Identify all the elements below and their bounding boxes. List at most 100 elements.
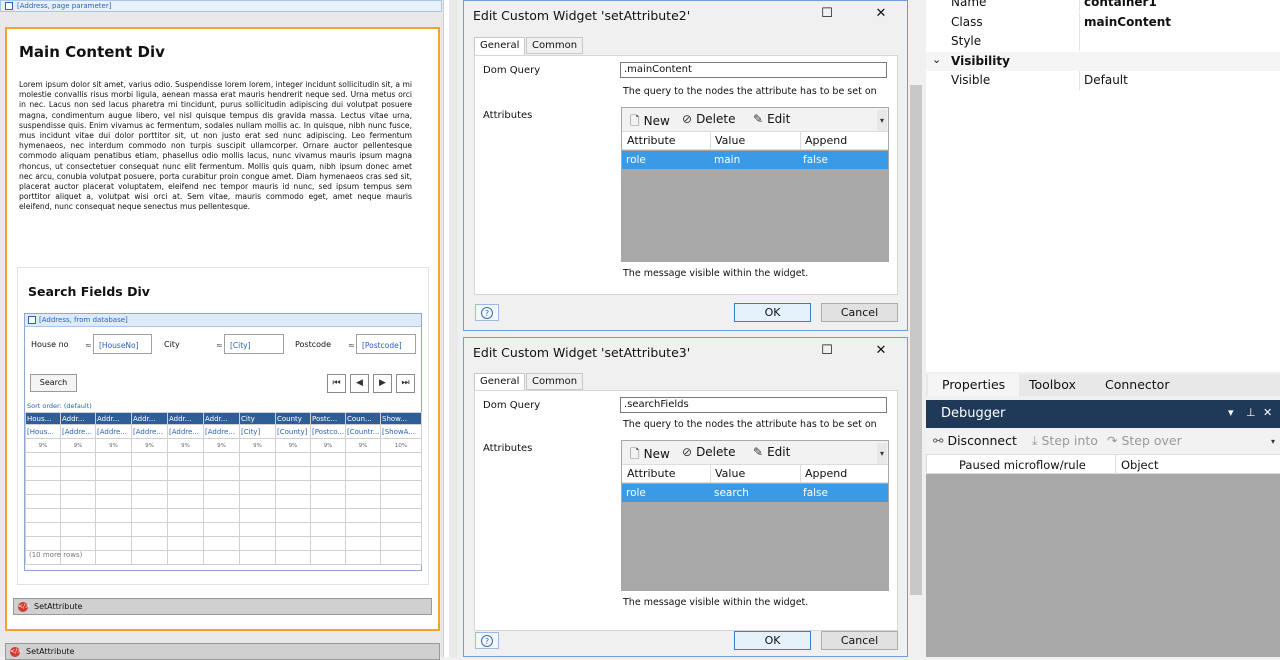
- grid-bound-cell: [Postco...: [310, 424, 346, 439]
- column-paused[interactable]: Paused microflow/rule: [959, 458, 1086, 472]
- tab-connector[interactable]: Connector: [1091, 374, 1183, 396]
- delete-button[interactable]: ⊘ Delete: [682, 112, 736, 126]
- cancel-button[interactable]: Cancel: [821, 303, 898, 322]
- grid-cell: [131, 466, 168, 481]
- chevron-down-icon[interactable]: ▾: [1228, 406, 1234, 419]
- property-row-class[interactable]: Class mainContent: [926, 13, 1280, 32]
- grid-column-header[interactable]: Hous...: [25, 412, 61, 425]
- address-grid[interactable]: Hous... Addr... Addr... Addr... Addr... Addr.…: [25, 412, 422, 565]
- grid-cell: [95, 508, 132, 523]
- grid-column-header[interactable]: Addr...: [131, 412, 168, 425]
- postcode-input[interactable]: [Postcode]: [356, 334, 416, 354]
- grid-column-header[interactable]: Addr...: [95, 412, 132, 425]
- property-key: Style: [951, 34, 982, 48]
- dom-query-input[interactable]: .mainContent: [620, 62, 887, 78]
- property-row-name[interactable]: Name container1: [926, 0, 1280, 12]
- ok-button[interactable]: OK: [734, 303, 811, 322]
- tab-general[interactable]: General: [474, 373, 526, 391]
- column-object[interactable]: Object: [1121, 458, 1158, 472]
- property-row-visible[interactable]: Visible Default: [926, 71, 1280, 90]
- house-no-input[interactable]: [HouseNo]: [93, 334, 152, 354]
- grid-cell: [310, 480, 346, 495]
- step-into-button[interactable]: ⤓ Step into: [1032, 433, 1098, 449]
- table-row: [25, 480, 422, 495]
- tab-common[interactable]: Common: [526, 37, 584, 54]
- grid-column-header[interactable]: Postc...: [310, 412, 346, 425]
- first-page-icon[interactable]: ⏮: [327, 374, 346, 393]
- data-view-header[interactable]: [Address, from database]: [25, 314, 421, 327]
- tab-toolbox[interactable]: Toolbox: [1015, 374, 1090, 396]
- grid-column-header[interactable]: Show...: [380, 412, 422, 425]
- property-value: Default: [1084, 73, 1128, 87]
- new-button[interactable]: 🗋 New: [630, 445, 670, 466]
- scrollbar-thumb[interactable]: [910, 85, 922, 595]
- attribute-row[interactable]: role main false: [622, 151, 888, 169]
- grid-column-header[interactable]: Addr...: [203, 412, 240, 425]
- new-button[interactable]: 🗋 New: [630, 112, 670, 133]
- properties-empty-area: [926, 92, 1280, 372]
- set-attribute-widget[interactable]: </> SetAttribute: [5, 643, 440, 660]
- grid-column-header[interactable]: City: [239, 412, 276, 425]
- new-icon: 🗋: [630, 447, 640, 461]
- grid-cell: [60, 480, 96, 495]
- grid-cell: [380, 508, 422, 523]
- column-value[interactable]: Value: [715, 467, 745, 480]
- attributes-label: Attributes: [483, 110, 533, 121]
- next-page-icon[interactable]: ▶: [373, 374, 392, 393]
- column-append[interactable]: Append: [805, 134, 847, 147]
- dom-query-input[interactable]: .searchFields: [620, 397, 887, 413]
- help-button[interactable]: ?: [475, 304, 499, 321]
- disconnect-button[interactable]: ⚯ Disconnect: [933, 433, 1017, 448]
- help-button[interactable]: ?: [475, 632, 499, 649]
- tab-general[interactable]: General: [474, 37, 526, 55]
- data-view-header[interactable]: [Address, page parameter]: [0, 0, 442, 12]
- cancel-button[interactable]: Cancel: [821, 631, 898, 650]
- pin-icon[interactable]: ⊥: [1246, 406, 1256, 419]
- property-group-visibility[interactable]: ⌄ Visibility: [926, 52, 1280, 71]
- search-fields-div[interactable]: Search Fields Div [Address, from databas…: [17, 267, 429, 585]
- search-button[interactable]: Search: [30, 374, 77, 392]
- grid-cell: [310, 452, 346, 467]
- tab-properties[interactable]: Properties: [928, 374, 1020, 396]
- column-value[interactable]: Value: [715, 134, 745, 147]
- group-label: Visibility: [951, 54, 1010, 68]
- maximize-icon[interactable]: ☐: [817, 6, 837, 21]
- address-data-view[interactable]: [Address, from database] House no ≈ [Hou…: [24, 313, 422, 571]
- ok-button[interactable]: OK: [734, 631, 811, 650]
- chevron-down-icon[interactable]: ▾: [877, 110, 887, 131]
- close-icon[interactable]: ✕: [871, 6, 891, 21]
- grid-cell: [60, 466, 96, 481]
- grid-column-header[interactable]: Addr...: [60, 412, 96, 425]
- grid-cell: [95, 452, 132, 467]
- delete-button[interactable]: ⊘ Delete: [682, 445, 736, 459]
- set-attribute-widget[interactable]: </> SetAttribute: [13, 598, 432, 615]
- close-icon[interactable]: ✕: [1263, 406, 1272, 419]
- attribute-row[interactable]: role search false: [622, 484, 888, 502]
- close-icon[interactable]: ✕: [871, 343, 891, 358]
- chevron-down-icon[interactable]: ▾: [1268, 431, 1278, 453]
- grid-column-header[interactable]: Coun...: [345, 412, 381, 425]
- previous-page-icon[interactable]: ◀: [350, 374, 369, 393]
- edit-button[interactable]: ✎ Edit: [753, 445, 790, 459]
- grid-column-header[interactable]: Addr...: [167, 412, 204, 425]
- attributes-header: Attribute Value Append: [622, 132, 888, 150]
- column-attribute[interactable]: Attribute: [627, 467, 676, 480]
- attributes-grid[interactable]: 🗋 New ⊘ Delete ✎ Edit ▾ Attribute Value App…: [621, 107, 889, 262]
- edit-button[interactable]: ✎ Edit: [753, 112, 790, 126]
- column-attribute[interactable]: Attribute: [627, 134, 676, 147]
- tab-common[interactable]: Common: [526, 373, 584, 390]
- dialog-scrollbar[interactable]: [908, 0, 926, 657]
- maximize-icon[interactable]: ☐: [817, 343, 837, 358]
- attributes-grid[interactable]: 🗋 New ⊘ Delete ✎ Edit ▾ Attribute Value App…: [621, 440, 889, 591]
- grid-column-header[interactable]: County: [275, 412, 311, 425]
- chevron-down-icon[interactable]: ▾: [877, 443, 887, 464]
- step-over-button[interactable]: ↷ Step over: [1107, 433, 1182, 448]
- chevron-down-icon[interactable]: ⌄: [932, 53, 941, 66]
- last-page-icon[interactable]: ⏭: [396, 374, 415, 393]
- editor-scrollbar[interactable]: [443, 0, 449, 657]
- grid-bound-cell: [County]: [275, 424, 311, 439]
- city-input[interactable]: [City]: [224, 334, 284, 354]
- property-row-style[interactable]: Style: [926, 32, 1280, 51]
- main-content-div[interactable]: Main Content Div Lorem ipsum dolor sit a…: [5, 27, 440, 631]
- column-append[interactable]: Append: [805, 467, 847, 480]
